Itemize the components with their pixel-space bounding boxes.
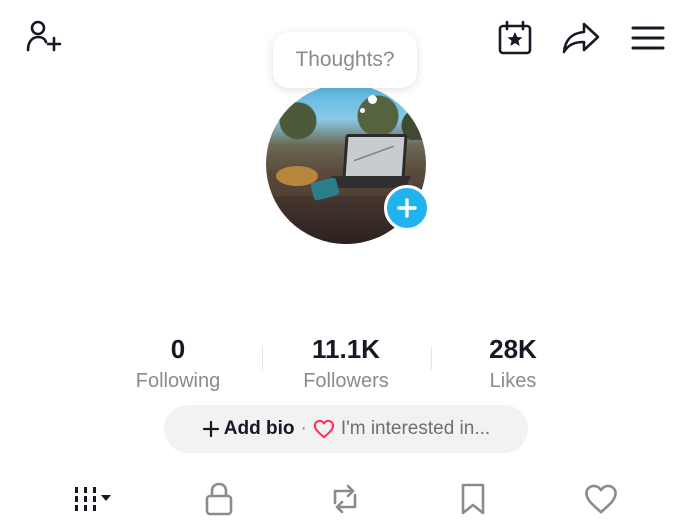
bubble-tail-dot-small <box>360 108 365 113</box>
grid-posts-icon <box>75 487 111 511</box>
avatar-trees <box>266 92 426 140</box>
plus-icon <box>202 420 219 438</box>
share-arrow-icon <box>562 22 600 54</box>
calendar-star-icon <box>498 20 532 55</box>
likes-stat[interactable]: 28K Likes <box>433 333 593 395</box>
tab-private[interactable] <box>186 478 252 520</box>
followers-label: Followers <box>303 370 389 392</box>
share-button[interactable] <box>558 17 604 59</box>
followers-count: 11.1K <box>312 334 380 364</box>
person-plus-icon <box>26 20 62 52</box>
tab-favorites[interactable] <box>440 478 506 520</box>
calendar-button[interactable] <box>494 17 536 59</box>
heart-outline-icon <box>585 484 617 514</box>
tab-liked[interactable] <box>568 478 634 520</box>
likes-count: 28K <box>489 334 537 364</box>
followers-stat[interactable]: 11.1K Followers <box>266 333 426 395</box>
bookmark-icon <box>461 483 485 515</box>
add-bio-label: Add bio <box>223 418 295 439</box>
heart-icon <box>313 419 334 439</box>
following-label: Following <box>135 370 221 392</box>
thoughts-bubble[interactable]: Thoughts? <box>273 32 417 88</box>
lock-icon <box>205 482 233 516</box>
following-count: 0 <box>170 334 186 364</box>
stat-divider <box>431 346 432 370</box>
avatar-laptop-chart <box>354 146 394 162</box>
plus-icon <box>397 198 417 218</box>
repost-icon <box>333 484 357 514</box>
following-stat[interactable]: 0 Following <box>98 333 258 395</box>
bio-separator: · <box>300 418 307 439</box>
bubble-tail-dot <box>368 95 377 104</box>
interests-button[interactable]: I'm interested in... <box>313 418 490 440</box>
add-friend-button[interactable] <box>22 16 64 58</box>
hamburger-menu-icon <box>631 26 665 50</box>
interests-label: I'm interested in... <box>340 418 491 439</box>
tab-posts[interactable] <box>56 478 126 520</box>
menu-button[interactable] <box>626 17 670 59</box>
add-avatar-button[interactable] <box>384 185 430 231</box>
add-bio-button[interactable]: Add bio <box>202 418 295 440</box>
tab-reposts[interactable] <box>312 478 378 520</box>
stat-divider <box>262 346 263 370</box>
thoughts-text: Thoughts? <box>295 48 395 71</box>
likes-label: Likes <box>489 370 537 392</box>
bio-bar: Add bio · I'm interested in... <box>164 405 528 453</box>
